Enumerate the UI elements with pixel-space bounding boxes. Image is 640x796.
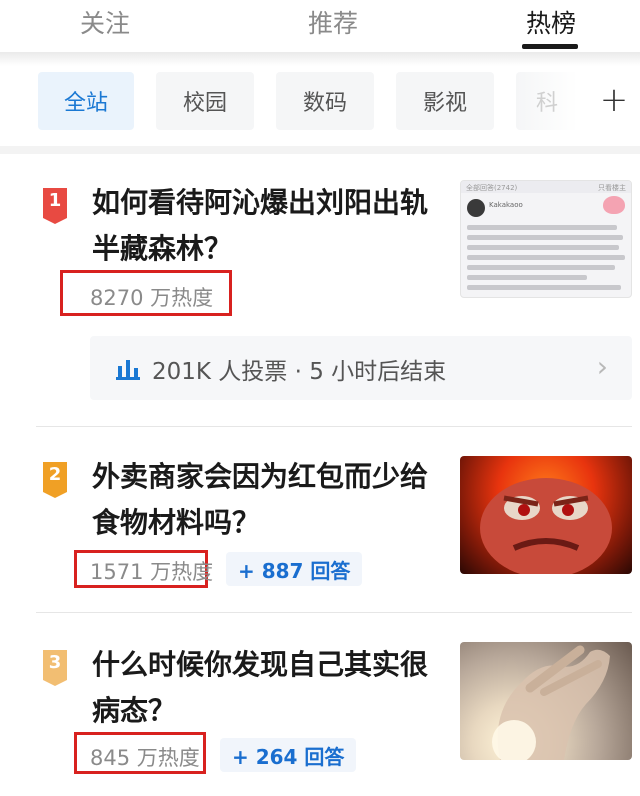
thumb-username: Kakakaoo [489, 201, 523, 209]
answer-count-badge[interactable]: + 887 回答 [226, 552, 363, 586]
tab-follow[interactable]: 关注 [80, 4, 130, 40]
chip-film[interactable]: 影视 [396, 72, 494, 130]
tab-bar-shadow [0, 52, 640, 66]
bar-chart-icon [116, 360, 140, 380]
chip-all-site[interactable]: 全站 [38, 72, 134, 130]
top-tab-bar: 关注 推荐 热榜 [0, 0, 640, 52]
rank-badge: 1 [43, 188, 67, 224]
item-divider [36, 426, 632, 427]
angry-frog-thumbnail[interactable] [460, 456, 632, 574]
chip-campus[interactable]: 校园 [156, 72, 254, 130]
hand-icon [492, 645, 610, 760]
heat-count: 845 万热度 [90, 746, 200, 770]
category-chip-row: 全站 校园 数码 影视 科 + [0, 72, 640, 134]
poll-bar[interactable]: 201K 人投票 · 5 小时后结束 › [90, 336, 632, 400]
heat-count: 1571 万热度 [90, 560, 214, 584]
section-divider [0, 146, 640, 154]
chip-digital[interactable]: 数码 [276, 72, 374, 130]
heat-count: 8270 万热度 [90, 286, 214, 310]
hand-in-light-thumbnail[interactable] [460, 642, 632, 760]
active-tab-indicator [522, 44, 578, 49]
chip-science-partial[interactable]: 科 [516, 72, 578, 130]
rank-badge: 3 [43, 650, 67, 686]
item-divider [36, 612, 632, 613]
avatar [467, 199, 485, 217]
thumb-header-right: 只看楼主 [598, 184, 626, 192]
poll-status-text: 201K 人投票 · 5 小时后结束 [152, 359, 447, 385]
pig-sticker-icon [603, 196, 625, 214]
tab-hot-list[interactable]: 热榜 [526, 4, 576, 40]
question-title[interactable]: 如何看待阿沁爆出刘阳出轨半藏森林？ [92, 180, 432, 272]
angry-frog-icon [480, 478, 612, 574]
answer-screenshot-thumbnail[interactable]: 全部回答(2742) 只看楼主 Kakakaoo [460, 180, 632, 298]
chevron-right-icon: › [596, 350, 608, 383]
answer-count-badge[interactable]: + 264 回答 [220, 738, 357, 772]
rank-badge: 2 [43, 462, 67, 498]
question-title[interactable]: 什么时候你发现自己其实很病态？ [92, 642, 432, 734]
thumb-header-left: 全部回答(2742) [466, 184, 518, 192]
question-title[interactable]: 外卖商家会因为红包而少给食物材料吗？ [92, 454, 432, 546]
tab-recommend[interactable]: 推荐 [308, 4, 358, 40]
plus-icon[interactable]: + [596, 80, 632, 120]
